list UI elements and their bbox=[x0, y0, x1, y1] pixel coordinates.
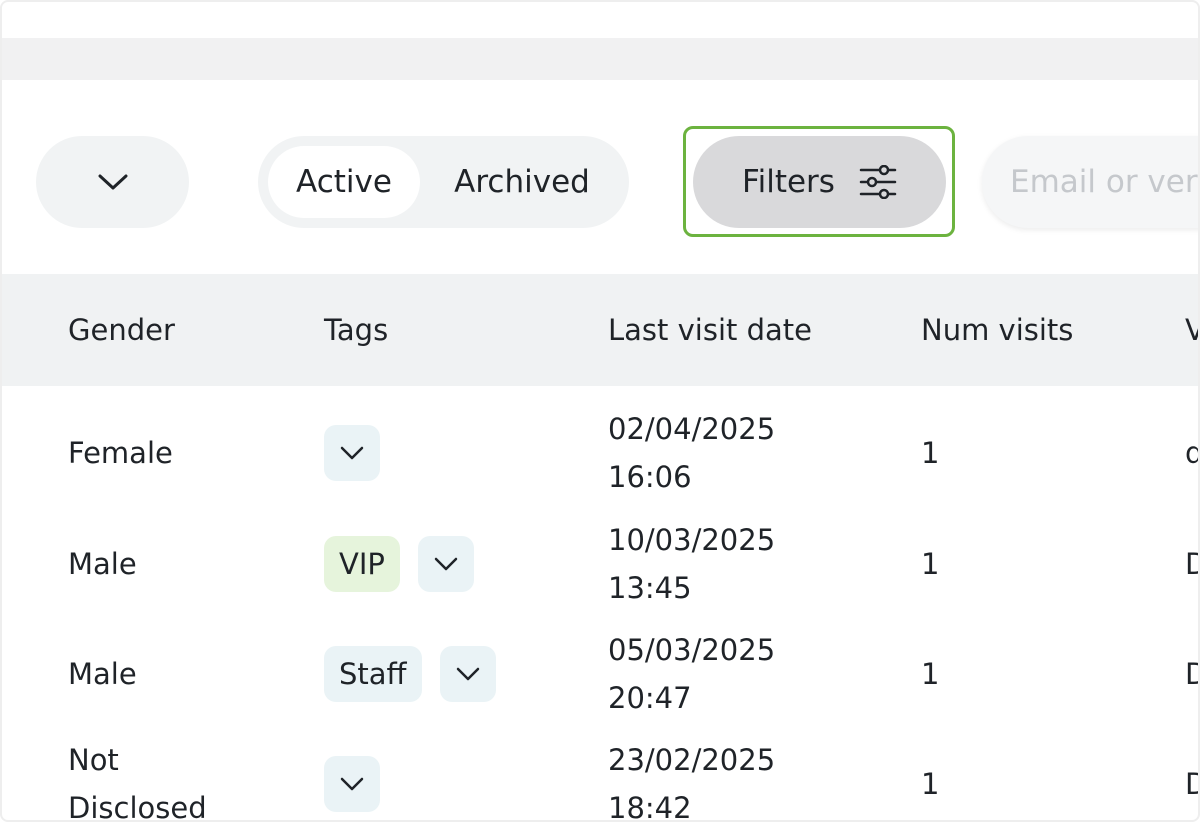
truncated-cell: D bbox=[1185, 728, 1198, 820]
last-visit-date: 10/03/2025 bbox=[608, 522, 776, 557]
table-row[interactable]: Not Disclosed 23/02/2025 18:42 1 D bbox=[2, 728, 1198, 822]
chevron-down-icon bbox=[433, 556, 459, 572]
num-visits-cell: 1 bbox=[921, 766, 940, 801]
last-visit-cell: 05/03/2025 20:47 bbox=[608, 618, 775, 729]
chevron-down-icon bbox=[97, 172, 129, 192]
column-header-truncated[interactable]: V bbox=[1185, 274, 1198, 386]
last-visit-time: 20:47 bbox=[608, 680, 692, 715]
column-header-last-visit-date[interactable]: Last visit date bbox=[608, 274, 812, 386]
filters-button[interactable]: Filters bbox=[693, 136, 946, 228]
gender-cell: Male bbox=[68, 656, 137, 691]
tag-dropdown-button[interactable] bbox=[324, 755, 380, 812]
gender-cell: Male bbox=[68, 546, 137, 581]
tab-active[interactable]: Active bbox=[268, 146, 420, 218]
tag-vip: VIP bbox=[324, 535, 400, 592]
gender-line-2: Disclosed bbox=[68, 790, 207, 822]
last-visit-cell: 23/02/2025 18:42 bbox=[608, 728, 776, 822]
truncated-cell: d bbox=[1185, 397, 1198, 508]
last-visit-time: 18:42 bbox=[608, 790, 692, 822]
app-frame: Active Archived Filters Email or ver Gen… bbox=[0, 0, 1200, 822]
num-visits-cell: 1 bbox=[921, 546, 940, 581]
column-header-tags[interactable]: Tags bbox=[324, 274, 388, 386]
last-visit-date: 02/04/2025 bbox=[608, 411, 776, 446]
column-header-gender[interactable]: Gender bbox=[68, 274, 175, 386]
last-visit-date: 05/03/2025 bbox=[608, 632, 776, 667]
num-visits-cell: 1 bbox=[921, 656, 940, 691]
search-input[interactable] bbox=[982, 136, 1198, 228]
chevron-down-icon bbox=[339, 776, 365, 792]
view-dropdown-button[interactable] bbox=[36, 136, 189, 228]
table-row[interactable]: Female 02/04/2025 16:06 1 d bbox=[2, 397, 1198, 508]
last-visit-cell: 10/03/2025 13:45 bbox=[608, 508, 775, 619]
toolbar: Active Archived Filters bbox=[2, 2, 1198, 272]
last-visit-date: 23/02/2025 bbox=[608, 742, 776, 777]
sliders-icon bbox=[859, 165, 897, 199]
column-header-num-visits[interactable]: Num visits bbox=[921, 274, 1073, 386]
gender-cell: Female bbox=[68, 435, 173, 470]
truncated-cell: D bbox=[1185, 508, 1198, 619]
tab-archived[interactable]: Archived bbox=[422, 146, 622, 218]
table-header: Gender Tags Last visit date Num visits V bbox=[2, 274, 1198, 386]
tag-staff: Staff bbox=[324, 645, 422, 702]
tags-cell bbox=[324, 728, 380, 820]
status-toggle: Active Archived bbox=[258, 136, 629, 228]
chevron-down-icon bbox=[455, 666, 481, 682]
last-visit-cell: 02/04/2025 16:06 bbox=[608, 397, 775, 508]
tags-cell bbox=[324, 397, 380, 508]
gender-cell: Not Disclosed bbox=[68, 728, 207, 822]
tags-cell: VIP bbox=[324, 508, 474, 619]
chevron-down-icon bbox=[339, 445, 365, 461]
filters-label: Filters bbox=[742, 164, 835, 200]
last-visit-time: 16:06 bbox=[608, 459, 692, 494]
table-row[interactable]: Male VIP 10/03/2025 13:45 1 D bbox=[2, 508, 1198, 619]
table-row[interactable]: Male Staff 05/03/2025 20:47 1 D bbox=[2, 618, 1198, 729]
truncated-cell: D bbox=[1185, 618, 1198, 729]
tag-dropdown-button[interactable] bbox=[324, 424, 380, 481]
last-visit-time: 13:45 bbox=[608, 570, 692, 605]
tags-cell: Staff bbox=[324, 618, 496, 729]
gender-line-1: Not bbox=[68, 742, 119, 777]
tag-dropdown-button[interactable] bbox=[417, 535, 474, 592]
tag-dropdown-button[interactable] bbox=[439, 645, 496, 702]
num-visits-cell: 1 bbox=[921, 435, 940, 470]
